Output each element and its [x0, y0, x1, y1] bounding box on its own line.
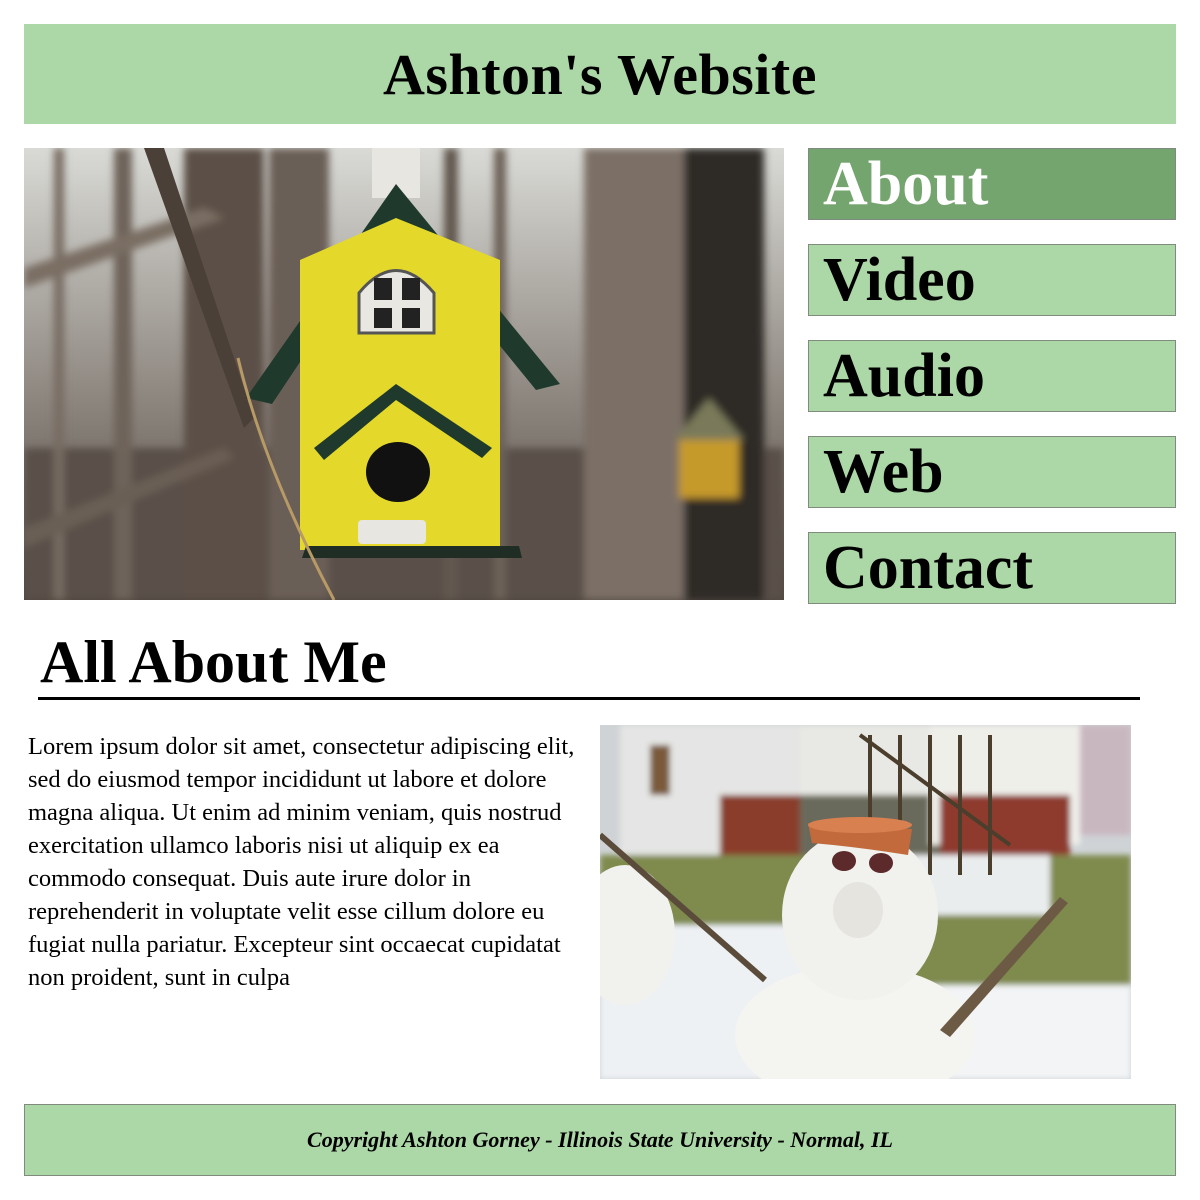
nav-item-label: Contact: [823, 533, 1034, 602]
nav-item-label: About: [823, 149, 989, 218]
nav-item-web[interactable]: Web: [808, 436, 1176, 508]
section-body-text: Lorem ipsum dolor sit amet, consectetur …: [28, 733, 575, 991]
snowman-photo: [600, 725, 1131, 1079]
nav-item-audio[interactable]: Audio: [808, 340, 1176, 412]
site-header: Ashton's Website: [24, 24, 1176, 124]
site-footer: Copyright Ashton Gorney - Illinois State…: [24, 1104, 1176, 1176]
site-title: Ashton's Website: [383, 41, 817, 107]
nav-item-video[interactable]: Video: [808, 244, 1176, 316]
section-title: All About Me: [40, 629, 387, 695]
section-divider: [38, 697, 1140, 700]
nav-item-about[interactable]: About: [808, 148, 1176, 220]
footer-text: Copyright Ashton Gorney - Illinois State…: [307, 1127, 893, 1152]
nav-item-label: Video: [823, 245, 976, 314]
birdhouse-photo: [24, 148, 784, 600]
nav-item-contact[interactable]: Contact: [808, 532, 1176, 604]
nav-item-label: Audio: [823, 341, 985, 410]
main-nav: About Video Audio Web Contact: [808, 148, 1176, 628]
nav-item-label: Web: [823, 437, 944, 506]
